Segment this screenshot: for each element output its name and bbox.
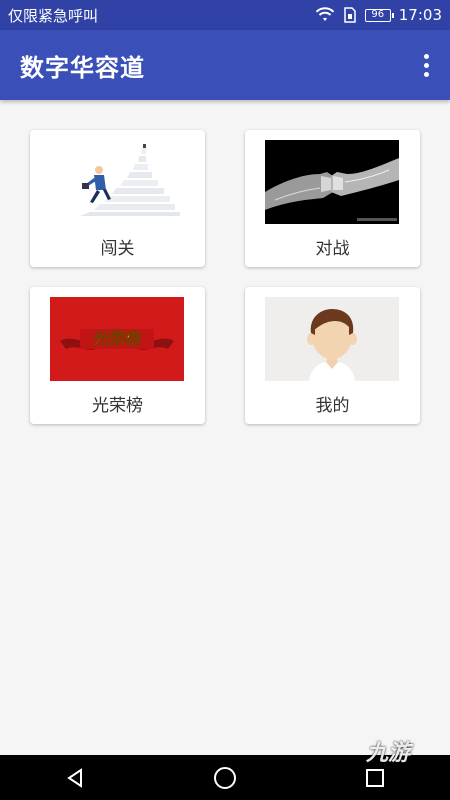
watermark-text: 九游 bbox=[365, 741, 410, 766]
menu-grid: 闯关 对战 光荣榜 光荣榜 我的 bbox=[0, 100, 450, 755]
app-title: 数字华容道 bbox=[20, 53, 145, 82]
wifi-icon bbox=[315, 7, 334, 21]
honor-banner-text: 光荣榜 bbox=[92, 329, 141, 348]
battery-icon: 96 bbox=[364, 8, 394, 22]
status-bar: 仅限紧急呼叫 96 17:03 bbox=[0, 0, 450, 30]
menu-label-honor: 光荣榜 bbox=[92, 396, 143, 416]
app-bar: 数字华容道 bbox=[0, 30, 450, 100]
menu-card-profile[interactable]: 我的 bbox=[245, 287, 420, 424]
sim-icon bbox=[344, 7, 356, 23]
menu-label-battle: 对战 bbox=[315, 239, 350, 259]
back-icon[interactable] bbox=[55, 758, 95, 798]
status-icons: 96 17:03 bbox=[315, 6, 442, 24]
home-icon[interactable] bbox=[205, 758, 245, 798]
avatar-image bbox=[265, 297, 399, 381]
menu-card-battle[interactable]: 对战 bbox=[245, 130, 420, 267]
menu-label-levels: 闯关 bbox=[100, 239, 135, 259]
fist-bump-image bbox=[265, 140, 399, 224]
menu-card-levels[interactable]: 闯关 bbox=[30, 130, 205, 267]
honor-banner-image: 光荣榜 bbox=[50, 297, 184, 381]
menu-label-profile: 我的 bbox=[315, 396, 350, 416]
stairs-image bbox=[50, 140, 184, 224]
watermark: 九游 bbox=[366, 735, 410, 767]
more-vert-icon[interactable] bbox=[416, 50, 436, 80]
menu-card-honor[interactable]: 光荣榜 光荣榜 bbox=[30, 287, 205, 424]
carrier-text: 仅限紧急呼叫 bbox=[8, 6, 99, 25]
status-time: 17:03 bbox=[398, 6, 442, 24]
battery-level: 96 bbox=[371, 9, 385, 20]
